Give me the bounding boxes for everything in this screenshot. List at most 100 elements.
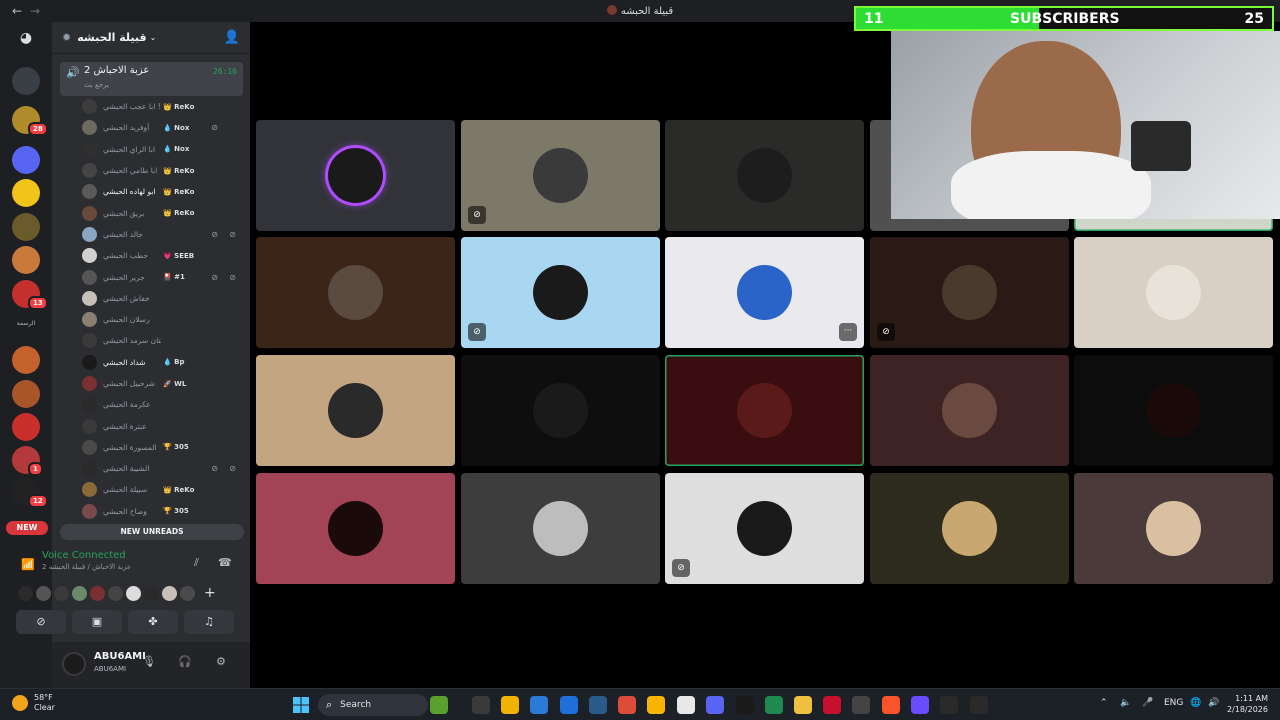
taskbar-app-icon[interactable] — [677, 696, 695, 714]
video-tile[interactable] — [870, 473, 1069, 584]
list-item[interactable]: بريق الحبشي 👑 ReKo — [82, 202, 242, 223]
taskbar-app-icon[interactable] — [618, 696, 636, 714]
add-icon[interactable]: + — [204, 585, 216, 601]
video-tile[interactable] — [256, 355, 455, 466]
list-item[interactable]: ابو لهاده الحبشي 👑 ReKo — [82, 181, 242, 202]
avatar[interactable] — [144, 585, 159, 601]
discord-home-icon[interactable]: ◕ — [14, 30, 38, 48]
gear-icon[interactable]: ⚙ — [216, 655, 226, 668]
video-tile[interactable]: ··· — [665, 237, 864, 348]
video-tile[interactable] — [870, 355, 1069, 466]
taskbar-app-icon[interactable] — [706, 696, 724, 714]
avatar[interactable] — [90, 585, 105, 601]
new-unreads-button[interactable]: NEW UNREADS — [60, 524, 244, 540]
list-item[interactable]: جرير الحبشي 🎴 #1 ⊘ ⊘ — [82, 266, 242, 287]
video-tile[interactable] — [1074, 355, 1273, 466]
avatar[interactable] — [180, 585, 195, 601]
server-icon[interactable] — [12, 346, 40, 374]
new-pill[interactable]: NEW — [6, 521, 48, 535]
speaker-icon[interactable]: 🔈 — [1120, 698, 1131, 708]
headphones-icon[interactable]: 🎧 — [178, 655, 192, 668]
taskbar-app-icon[interactable] — [940, 696, 958, 714]
taskbar-app-icon[interactable] — [501, 696, 519, 714]
username[interactable]: ABU6AMI — [94, 651, 146, 662]
video-tile[interactable]: ⊘ — [665, 473, 864, 584]
server-text-label[interactable]: الرسمة — [6, 320, 46, 327]
microphone-icon[interactable]: 🎙 — [142, 655, 156, 668]
list-item[interactable]: حطب الحبشي 💗 SEEB — [82, 245, 242, 266]
taskbar-app-icon[interactable] — [911, 696, 929, 714]
taskbar-app-icon[interactable] — [823, 696, 841, 714]
video-tile[interactable] — [461, 355, 660, 466]
taskbar-app-icon[interactable] — [472, 696, 490, 714]
back-arrow-icon[interactable]: ← — [10, 4, 24, 18]
taskbar-app-icon[interactable] — [589, 696, 607, 714]
weather-widget[interactable]: 58°F Clear — [12, 693, 55, 713]
list-item[interactable]: وضاح الحبشي 🏆 305 — [82, 501, 242, 522]
video-tile[interactable]: ⊘ — [870, 237, 1069, 348]
chevron-up-icon[interactable]: ⌃ — [1100, 698, 1108, 708]
video-tile[interactable] — [665, 120, 864, 231]
avatar[interactable] — [108, 585, 123, 601]
video-tile[interactable] — [256, 473, 455, 584]
list-item[interactable]: الشيبة الحبشي ⊘ ⊘ — [82, 458, 242, 479]
taskbar-app-icon[interactable] — [530, 696, 548, 714]
list-item[interactable]: سبيلة الحبشي 👑 ReKo — [82, 479, 242, 500]
guild-header[interactable]: ✹ قبيلة الحبشه ⌄ 👤 — [52, 22, 250, 54]
language-indicator[interactable]: ENG — [1164, 698, 1183, 708]
taskbar-app-icon[interactable] — [560, 696, 578, 714]
noise-suppression-icon[interactable]: ⫽ — [194, 556, 199, 570]
list-item[interactable]: ابا عجب الحبشي ! 👑 ReKo — [82, 96, 242, 117]
voice-connected-channel[interactable]: عزبة الاحباش / قبيلة الحبشه 2 — [42, 563, 131, 571]
taskbar-app-icon[interactable] — [882, 696, 900, 714]
video-tile[interactable] — [256, 237, 455, 348]
server-icon[interactable] — [12, 380, 40, 408]
video-tile[interactable] — [1074, 473, 1273, 584]
microphone-icon[interactable]: 🎤 — [1142, 698, 1153, 708]
list-item[interactable]: عنترة الحبشي — [82, 415, 242, 436]
taskbar-app-icon[interactable] — [852, 696, 870, 714]
video-tile[interactable] — [665, 355, 864, 466]
search-input[interactable]: ⌕ Search — [318, 694, 428, 716]
add-person-icon[interactable]: 👤 — [224, 30, 240, 45]
avatar[interactable] — [54, 585, 69, 601]
volume-icon[interactable]: 🔊 — [1208, 698, 1219, 708]
avatar[interactable] — [162, 585, 177, 601]
video-tile[interactable]: ⊘ — [461, 120, 660, 231]
server-icon[interactable] — [12, 67, 40, 95]
avatar[interactable] — [36, 585, 51, 601]
list-item[interactable]: شرحبيل الحبشي 🚀 WL — [82, 373, 242, 394]
list-item[interactable]: ابا الراي الحبشي 💧 Nox — [82, 139, 242, 160]
clock[interactable]: 1:11 AM 2/18/2026 — [1227, 693, 1268, 715]
taskbar-app-icon[interactable] — [765, 696, 783, 714]
soundboard-icon[interactable]: ♫ — [184, 610, 234, 634]
list-item[interactable]: خفاش الحبشي — [82, 288, 242, 309]
server-icon[interactable] — [12, 213, 40, 241]
more-icon[interactable]: ··· — [839, 323, 857, 341]
avatar[interactable] — [72, 585, 87, 601]
taskbar-app-icon[interactable] — [970, 696, 988, 714]
network-icon[interactable]: 🌐 — [1190, 698, 1201, 708]
taskbar-app-icon[interactable] — [647, 696, 665, 714]
video-tile[interactable] — [461, 473, 660, 584]
disconnect-icon[interactable]: ☎ — [218, 556, 232, 569]
voice-channel[interactable]: 🔊 عزبة الاحباش 2 26:16 يرجع بث — [60, 62, 243, 96]
server-icon[interactable] — [12, 146, 40, 174]
taskbar-app-icon[interactable] — [736, 696, 754, 714]
avatar[interactable] — [126, 585, 141, 601]
video-tile[interactable]: ⊘ — [461, 237, 660, 348]
video-tile[interactable] — [1074, 237, 1273, 348]
server-icon[interactable] — [12, 246, 40, 274]
list-item[interactable]: عكرمة الحبشي — [82, 394, 242, 415]
forward-arrow-icon[interactable]: → — [28, 4, 42, 18]
list-item[interactable]: المسورة الحبشي 🏆 305 — [82, 437, 242, 458]
camera-off-icon[interactable]: ⊘ — [16, 610, 66, 634]
taskbar-app-icon[interactable] — [794, 696, 812, 714]
list-item[interactable]: جالد الحبشي ⊘ ⊘ — [82, 224, 242, 245]
list-item[interactable]: زلتان سرمد الحبشي — [82, 330, 242, 351]
list-item[interactable]: شداد الحبشي 💧 Bp — [82, 352, 242, 373]
screen-share-icon[interactable]: ▣ — [72, 610, 122, 634]
video-tile[interactable] — [256, 120, 455, 231]
windows-start-icon[interactable] — [293, 697, 309, 713]
server-icon[interactable] — [12, 413, 40, 441]
